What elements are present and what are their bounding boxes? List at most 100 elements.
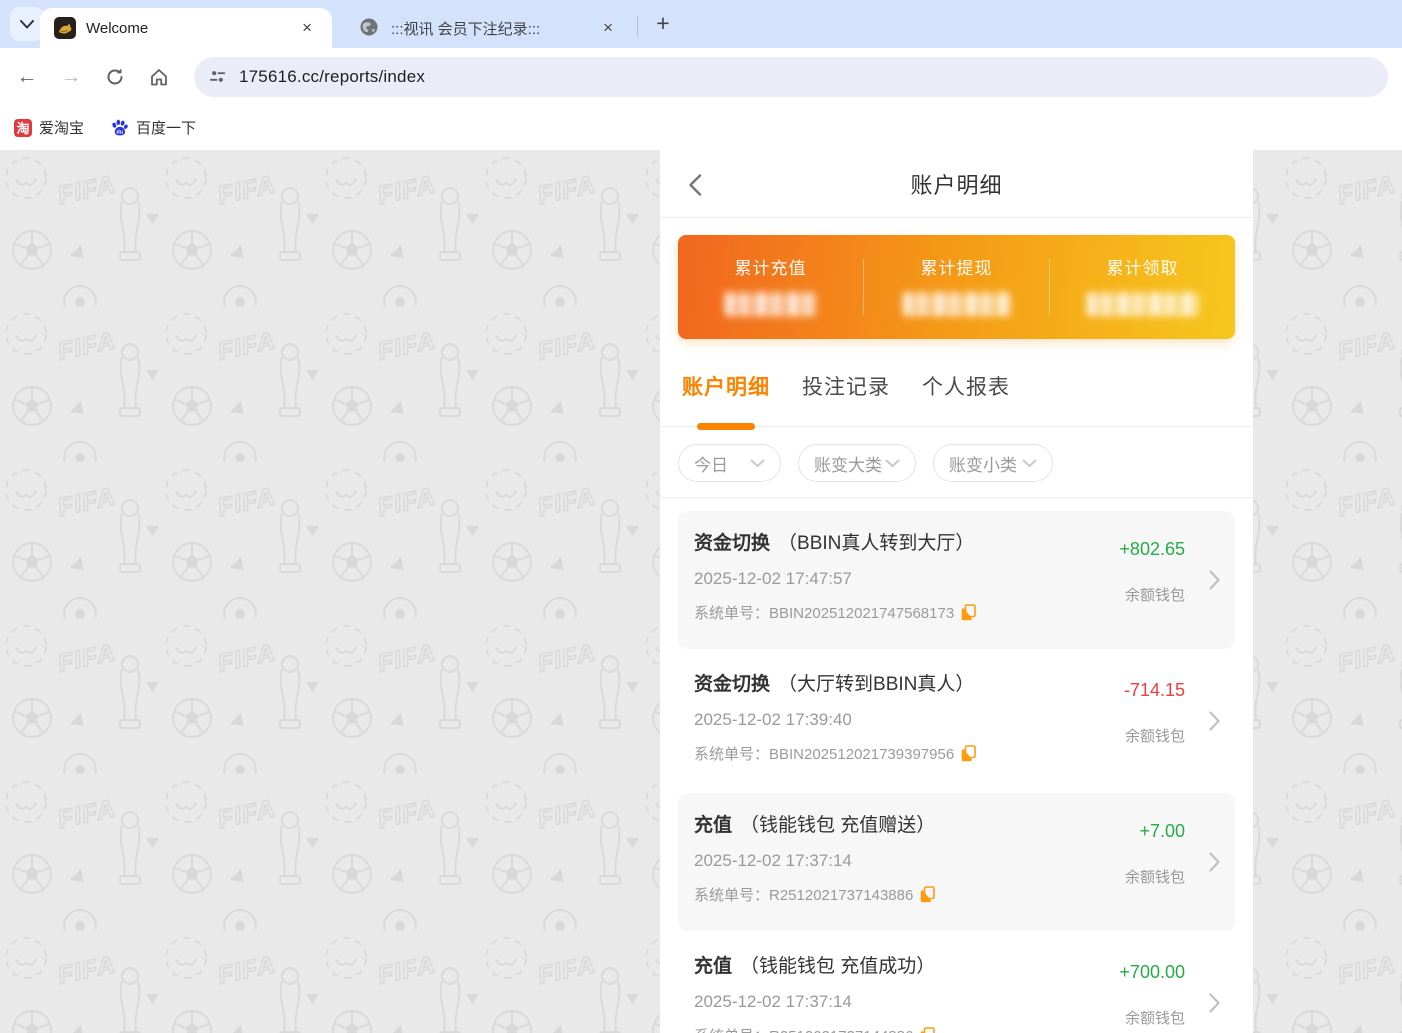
page-title: 账户明细 (910, 168, 1002, 200)
tab-search-button[interactable] (10, 7, 44, 41)
transaction-order-number: 系统单号：R2512021737143886 (694, 884, 913, 905)
back-arrow-icon[interactable]: ← (10, 60, 44, 94)
chevron-right-icon[interactable] (1209, 852, 1220, 872)
browser-tab-strip: Welcome × :::视讯 会员下注纪录::: × + (0, 0, 1402, 48)
tab-bet-records[interactable]: 投注记录 (802, 371, 890, 401)
filter-row: 今日 账变大类 账变小类 (660, 427, 1253, 498)
transaction-time: 2025-12-02 17:37:14 (694, 992, 935, 1012)
transaction-row[interactable]: 资金切换 （大厅转到BBIN真人） 2025-12-02 17:39:40 系统单… (678, 652, 1235, 790)
forward-arrow-icon[interactable]: → (54, 60, 88, 94)
chevron-down-icon (20, 20, 34, 29)
browser-tab-welcome[interactable]: Welcome × (40, 8, 332, 48)
site-favicon (54, 17, 76, 39)
bookmark-aitaobao[interactable]: 淘 爱淘宝 (14, 117, 84, 138)
transaction-wallet: 余额钱包 (1119, 1007, 1185, 1028)
transaction-info: 资金切换 （大厅转到BBIN真人） 2025-12-02 17:39:40 系统单… (694, 669, 976, 764)
copy-icon[interactable] (920, 886, 935, 903)
copy-icon[interactable] (920, 1027, 935, 1033)
transaction-detail: （BBIN真人转到大厅） (778, 533, 974, 554)
transaction-row[interactable]: 充值（钱能钱包 充值赠送） 2025-12-02 17:37:14 系统单号：R… (678, 793, 1235, 931)
transaction-info: 资金切换（BBIN真人转到大厅） 2025-12-02 17:47:57 系统单… (694, 528, 976, 623)
filter-date-dropdown[interactable]: 今日 (678, 444, 781, 482)
transaction-row[interactable]: 资金切换（BBIN真人转到大厅） 2025-12-02 17:47:57 系统单… (678, 511, 1235, 649)
transaction-order-number: 系统单号：BBIN202512021739397956 (694, 743, 954, 764)
transaction-amount-block: +802.65 余额钱包 (1119, 539, 1185, 605)
stat-value-redacted (725, 292, 817, 316)
transaction-amount: +700.00 (1119, 962, 1185, 983)
tab-title: :::视讯 会员下注纪录::: (391, 18, 597, 39)
tab-personal-report[interactable]: 个人报表 (922, 371, 1010, 401)
tab-label: 账户明细 (682, 376, 770, 399)
transaction-order-row: 系统单号：R2512021737144886 (694, 1025, 935, 1033)
taobao-icon: 淘 (14, 119, 32, 137)
bookmark-label: 百度一下 (136, 117, 196, 138)
browser-toolbar: ← → 175616.cc/reports/index (0, 48, 1402, 105)
transaction-order-row: 系统单号：BBIN202512021747568173 (694, 602, 976, 623)
tab-close-icon[interactable]: × (597, 16, 619, 40)
chevron-right-icon[interactable] (1209, 993, 1220, 1013)
transaction-time: 2025-12-02 17:47:57 (694, 569, 976, 589)
site-settings-tune-icon[interactable] (208, 67, 227, 86)
transaction-row[interactable]: 充值 （钱能钱包 充值成功） 2025-12-02 17:37:14 系统单号：R… (678, 934, 1235, 1033)
transaction-detail: （钱能钱包 充值成功） (740, 956, 935, 977)
transaction-info: 充值（钱能钱包 充值赠送） 2025-12-02 17:37:14 系统单号：R… (694, 810, 935, 905)
transaction-type: 资金切换 (694, 674, 770, 695)
globe-icon (359, 17, 381, 39)
transaction-order-row: 系统单号：R2512021737143886 (694, 884, 935, 905)
transaction-detail: （大厅转到BBIN真人） (778, 674, 974, 695)
browser-tab-video-records[interactable]: :::视讯 会员下注纪录::: × (345, 8, 633, 48)
transaction-amount-block: +7.00 余额钱包 (1125, 821, 1185, 887)
chevron-down-icon (1022, 459, 1037, 468)
bookmarks-bar: 淘 爱淘宝 du 百度一下 (0, 105, 1402, 150)
filter-label: 今日 (694, 451, 728, 476)
totals-summary-card: 累计充值 累计提现 累计领取 (678, 235, 1235, 339)
chevron-right-icon[interactable] (1209, 570, 1220, 590)
transaction-order-number: 系统单号：BBIN202512021747568173 (694, 602, 954, 623)
home-icon[interactable] (142, 60, 176, 94)
new-tab-button[interactable]: + (648, 8, 678, 38)
reload-icon[interactable] (98, 60, 132, 94)
chevron-right-icon[interactable] (1209, 711, 1220, 731)
transaction-amount: +7.00 (1125, 821, 1185, 842)
copy-icon[interactable] (961, 745, 976, 762)
filter-major-category-dropdown[interactable]: 账变大类 (798, 444, 916, 482)
transaction-title: 充值 （钱能钱包 充值成功） (694, 951, 935, 978)
section-tabs: 账户明细 投注记录 个人报表 (660, 371, 1253, 427)
address-bar[interactable]: 175616.cc/reports/index (194, 57, 1388, 97)
back-chevron-icon[interactable] (688, 174, 702, 201)
active-tab-underline (697, 423, 755, 430)
filter-minor-category-dropdown[interactable]: 账变小类 (933, 444, 1053, 482)
stat-total-deposit: 累计充值 (678, 235, 863, 339)
stat-label: 累计领取 (1107, 254, 1179, 279)
tab-account-detail[interactable]: 账户明细 (682, 371, 770, 401)
transaction-order-row: 系统单号：BBIN202512021739397956 (694, 743, 976, 764)
tab-label: 投注记录 (802, 376, 890, 399)
transaction-amount-block: +700.00 余额钱包 (1119, 962, 1185, 1028)
stat-total-withdraw: 累计提现 (864, 235, 1049, 339)
tab-close-icon[interactable]: × (296, 16, 318, 40)
stat-label: 累计提现 (921, 254, 993, 279)
transaction-title: 资金切换（BBIN真人转到大厅） (694, 528, 976, 555)
filter-label: 账变大类 (814, 451, 882, 476)
transaction-list: 资金切换（BBIN真人转到大厅） 2025-12-02 17:47:57 系统单… (660, 498, 1253, 1033)
url-text: 175616.cc/reports/index (239, 67, 425, 87)
transaction-type: 充值 (694, 815, 732, 836)
transaction-wallet: 余额钱包 (1119, 584, 1185, 605)
transaction-info: 充值 （钱能钱包 充值成功） 2025-12-02 17:37:14 系统单号：R… (694, 951, 935, 1033)
stat-label: 累计充值 (735, 254, 807, 279)
tab-title: Welcome (86, 20, 296, 37)
stat-value-redacted (1087, 292, 1199, 316)
filter-label: 账变小类 (949, 451, 1017, 476)
copy-icon[interactable] (961, 604, 976, 621)
bookmark-baidu[interactable]: du 百度一下 (110, 117, 196, 138)
transaction-time: 2025-12-02 17:37:14 (694, 851, 935, 871)
svg-text:du: du (116, 130, 123, 136)
transaction-amount: -714.15 (1124, 680, 1185, 701)
account-detail-panel: 账户明细 累计充值 累计提现 累计领取 账户明细 (660, 150, 1253, 1033)
transaction-amount-block: -714.15 余额钱包 (1124, 680, 1185, 746)
transaction-amount: +802.65 (1119, 539, 1185, 560)
chevron-down-icon (885, 459, 900, 468)
transaction-time: 2025-12-02 17:39:40 (694, 710, 976, 730)
transaction-type: 充值 (694, 956, 732, 977)
transaction-title: 资金切换 （大厅转到BBIN真人） (694, 669, 976, 696)
